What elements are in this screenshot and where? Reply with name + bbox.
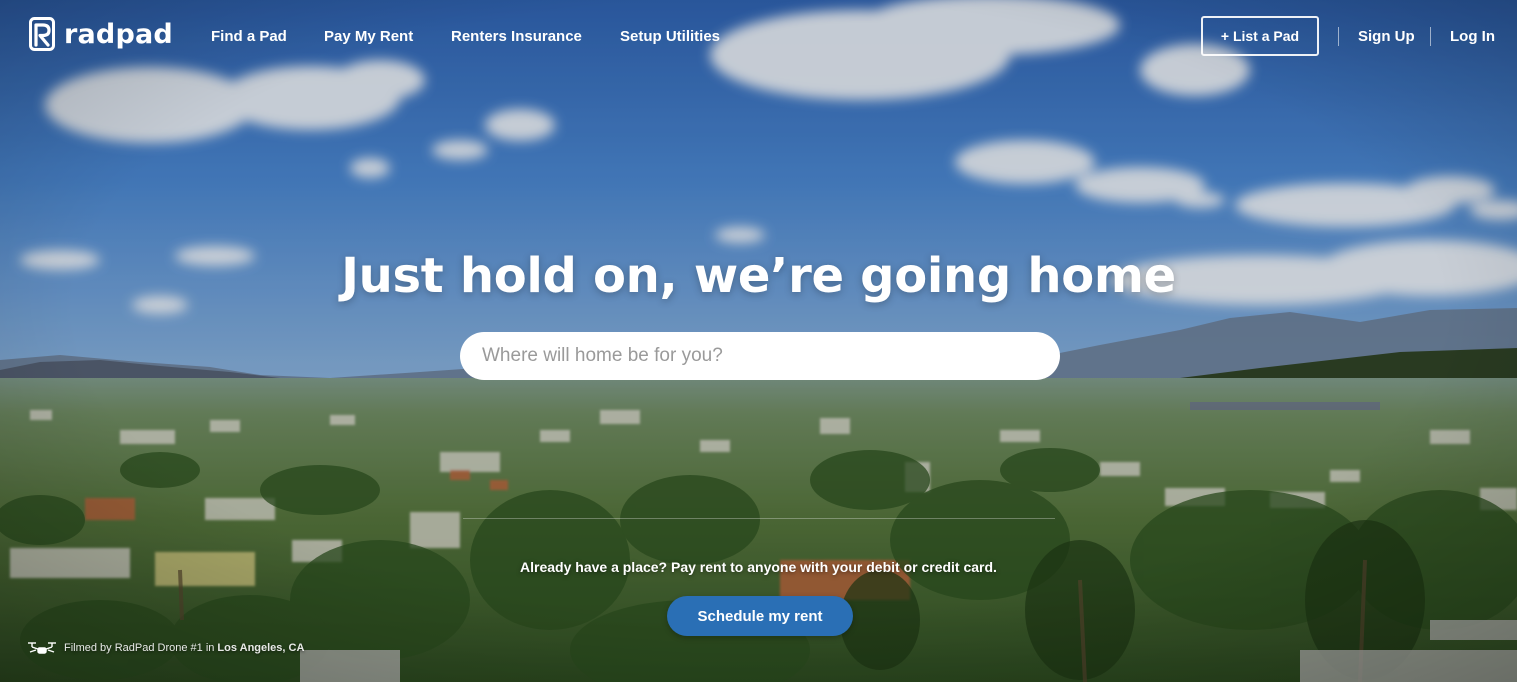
sign-up-link[interactable]: Sign Up [1358,28,1415,46]
radpad-logo-icon [29,17,55,51]
logo-link[interactable]: radpad [29,17,173,53]
brand-name: radpad [64,19,173,50]
nav-pay-my-rent[interactable]: Pay My Rent [324,28,413,46]
list-a-pad-button[interactable]: + List a Pad [1201,16,1319,56]
top-nav-bar: radpad Find a Pad Pay My Rent Renters In… [0,0,1517,74]
nav-find-a-pad[interactable]: Find a Pad [211,28,287,46]
credit-text: Filmed by RadPad Drone #1 in [64,642,215,654]
nav-renters-insurance[interactable]: Renters Insurance [451,28,582,46]
video-credit: Filmed by RadPad Drone #1 in Los Angeles… [26,640,304,656]
credit-location: Los Angeles, CA [217,642,305,654]
nav-divider [1338,27,1339,46]
hero-divider [463,518,1055,519]
home-search-input[interactable] [460,332,1060,380]
drone-icon [28,642,56,654]
nav-setup-utilities[interactable]: Setup Utilities [620,28,720,46]
hero-title: Just hold on, we’re going home [341,248,1176,304]
pay-rent-prompt: Already have a place? Pay rent to anyone… [520,559,997,575]
nav-divider [1430,27,1431,46]
schedule-my-rent-button[interactable]: Schedule my rent [667,596,853,636]
log-in-link[interactable]: Log In [1450,28,1495,46]
